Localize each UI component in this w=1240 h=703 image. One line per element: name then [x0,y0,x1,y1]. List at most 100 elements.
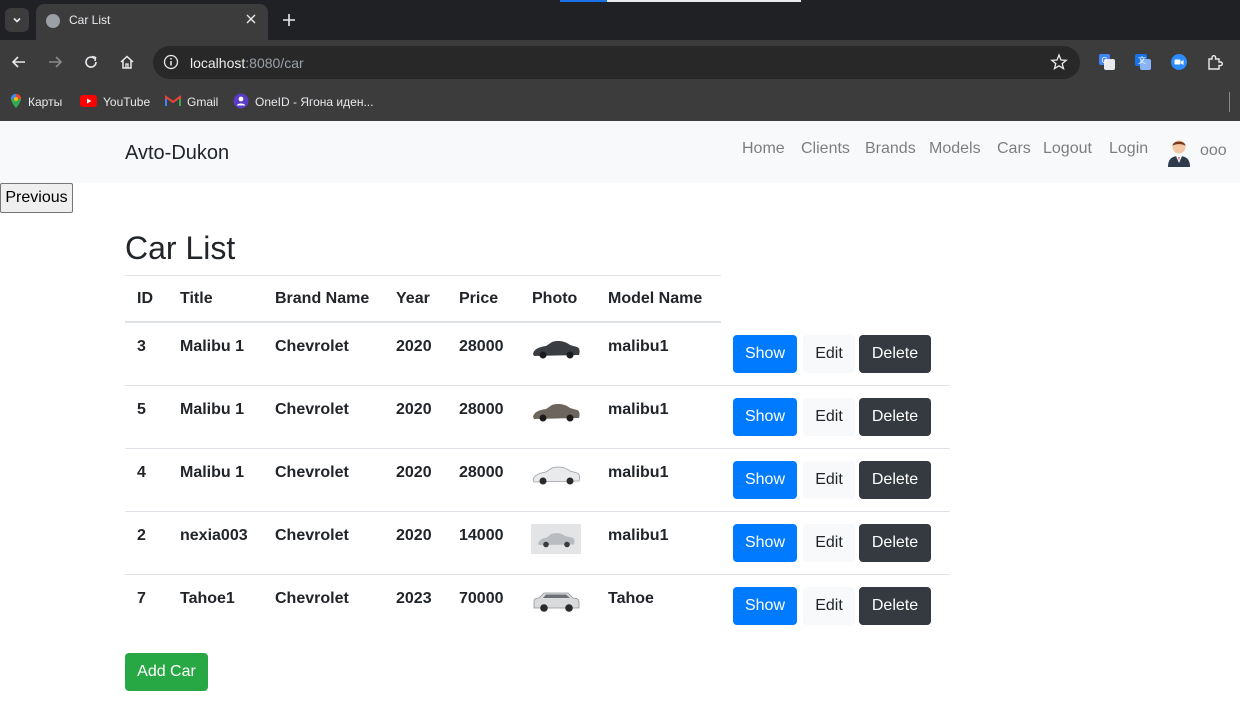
nav-link-models[interactable]: Models [929,140,981,158]
globe-icon [46,14,60,28]
edit-button[interactable]: Edit [803,524,855,562]
show-button[interactable]: Show [733,587,797,625]
cell-id: 3 [137,338,146,355]
bookmark-label: Gmail [187,95,219,109]
delete-button[interactable]: Delete [859,587,931,625]
cell-title: Malibu 1 [180,338,245,355]
column-header-year: Year [396,290,430,307]
nav-link-cars[interactable]: Cars [997,140,1031,158]
cell-id: 2 [137,527,146,544]
nav-link-brands[interactable]: Brands [865,140,916,158]
table-row: 5 Malibu 1 Chevrolet 2020 28000 malibu1 … [125,385,950,448]
table-row: 2 nexia003 Chevrolet 2020 14000 malibu1 … [125,511,950,574]
cell-title: Malibu 1 [180,464,245,481]
tab-title: Car List [69,13,111,27]
nav-link-login[interactable]: Login [1109,140,1148,158]
bookmark-label: Карты [28,95,63,109]
url-text: localhost:8080/car [190,55,304,71]
bookmark-youtube[interactable]: YouTube [80,93,150,111]
column-header-title: Title [180,290,213,307]
column-header-brand: Brand Name [275,290,370,307]
car-photo [531,335,581,365]
bookmarks-bar: Карты YouTube Gmail OneID - Ягона иден..… [0,84,1240,121]
cell-model: malibu1 [608,464,669,481]
nav-link-logout[interactable]: Logout [1043,140,1092,158]
cell-id: 7 [137,590,146,607]
cell-price: 70000 [459,590,504,607]
youtube-icon [80,94,97,110]
edit-button[interactable]: Edit [803,398,855,436]
user-avatar-icon[interactable] [1166,137,1192,167]
nav-link-home[interactable]: Home [742,140,785,158]
navbar-brand[interactable]: Avto-Dukon [125,142,229,165]
browser-toolbar: localhost:8080/car G 文 [0,40,1240,84]
show-button[interactable]: Show [733,398,797,436]
cell-brand: Chevrolet [275,401,349,418]
bookmark-gmail[interactable]: Gmail [165,93,218,111]
gmail-icon [165,94,181,110]
cell-model: malibu1 [608,338,669,355]
delete-button[interactable]: Delete [859,461,931,499]
app-navbar: Avto-Dukon Home Clients Brands Models Ca… [0,121,1240,183]
user-name[interactable]: ooo [1200,142,1227,160]
maps-pin-icon [10,93,22,112]
table-row: 4 Malibu 1 Chevrolet 2020 28000 malibu1 … [125,448,950,511]
close-icon[interactable] [242,10,260,28]
cell-id: 5 [137,401,146,418]
bookmark-maps[interactable]: Карты [10,93,62,111]
zoom-extension-icon[interactable] [1169,52,1189,72]
delete-button[interactable]: Delete [859,524,931,562]
forward-arrow-icon[interactable] [45,52,65,72]
show-button[interactable]: Show [733,461,797,499]
browser-tab-active[interactable]: Car List [36,4,268,40]
bookmark-oneid[interactable]: OneID - Ягона иден... [233,93,373,111]
row-divider [125,448,950,449]
show-button[interactable]: Show [733,335,797,373]
cell-title: Malibu 1 [180,401,245,418]
bookmark-label: YouTube [103,95,151,109]
cell-year: 2023 [396,590,432,607]
back-arrow-icon[interactable] [9,52,29,72]
nav-link-clients[interactable]: Clients [801,140,850,158]
cell-model: malibu1 [608,527,669,544]
browser-tabstrip: Car List [0,0,1240,40]
edit-button[interactable]: Edit [803,335,855,373]
page-title: Car List [125,230,236,266]
show-button[interactable]: Show [733,524,797,562]
loading-indicator [560,0,801,2]
tab-search-chevron-icon[interactable] [5,8,29,32]
site-info-icon[interactable] [163,54,179,70]
table-row: 7 Tahoe1 Chevrolet 2023 70000 Tahoe Show… [125,574,950,637]
car-photo [531,524,581,554]
row-divider [125,511,950,512]
cell-model: malibu1 [608,401,669,418]
svg-text:G: G [1102,56,1108,65]
reload-icon[interactable] [81,52,101,72]
cell-price: 28000 [459,464,504,481]
oneid-icon [233,93,249,112]
new-tab-plus-icon[interactable] [279,10,299,30]
previous-button[interactable]: Previous [0,183,73,213]
row-divider [125,385,950,386]
edit-button[interactable]: Edit [803,587,855,625]
column-header-id: ID [137,290,153,307]
row-divider [125,574,950,575]
cell-price: 28000 [459,338,504,355]
add-car-button[interactable]: Add Car [125,653,208,691]
column-header-model: Model Name [608,290,703,307]
column-header-photo: Photo [532,290,578,307]
delete-button[interactable]: Delete [859,335,931,373]
home-icon[interactable] [117,52,137,72]
address-bar[interactable]: localhost:8080/car [153,46,1080,79]
extensions-puzzle-icon[interactable] [1205,52,1225,72]
bookmark-star-icon[interactable] [1050,53,1068,71]
table-header-top-border [125,275,721,276]
cell-brand: Chevrolet [275,590,349,607]
translate-extension-icon[interactable]: 文 [1133,52,1153,72]
svg-text:文: 文 [1138,55,1146,65]
google-translate-icon[interactable]: G [1097,52,1117,72]
edit-button[interactable]: Edit [803,461,855,499]
cell-price: 14000 [459,527,504,544]
cell-brand: Chevrolet [275,527,349,544]
delete-button[interactable]: Delete [859,398,931,436]
